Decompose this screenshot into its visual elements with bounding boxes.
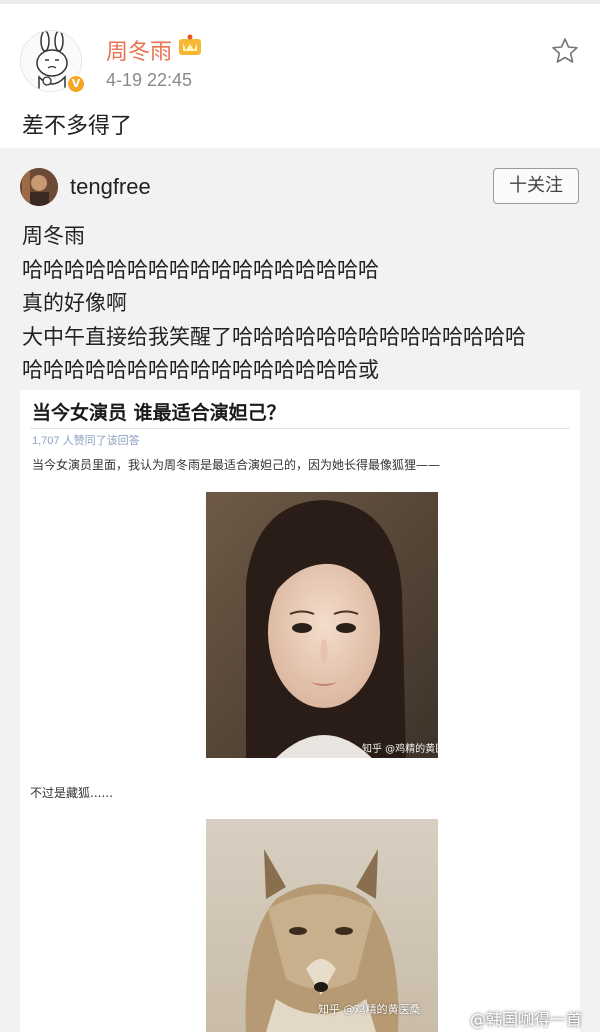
crown-badge-icon — [178, 34, 202, 56]
repost-text-line: 周冬雨 — [22, 224, 85, 248]
repost-text-line: 哈哈哈哈哈哈哈哈哈哈哈哈哈哈哈哈或 — [22, 358, 379, 382]
divider — [30, 428, 570, 429]
embedded-screenshot[interactable]: 当今女演员 谁最适合演妲己？ 1,707 人赞同了该回答 当今女演员里面，我认为… — [20, 390, 580, 1032]
question-title: 当今女演员 谁最适合演妲己？ — [32, 402, 286, 424]
repost-text: 周冬雨 哈哈哈哈哈哈哈哈哈哈哈哈哈哈哈哈哈 真的好像啊 大中午直接给我笑醒了哈哈… — [22, 220, 592, 388]
post-timestamp: 4-19 22:45 — [106, 70, 193, 90]
note-text: 不过是藏狐...... — [30, 786, 113, 800]
post-header: V 周冬雨 4-19 22:45 — [0, 4, 600, 100]
photo-watermark: 知乎 @鸡精的黄医桑 — [318, 1003, 421, 1016]
repost-author-name[interactable]: tengfree — [70, 174, 151, 200]
corner-watermark: @韩国咖得一首 — [470, 1010, 583, 1029]
fox-photo: 知乎 @鸡精的黄医桑 — [206, 819, 438, 1032]
repost-card[interactable]: tengfree 十关注 周冬雨 哈哈哈哈哈哈哈哈哈哈哈哈哈哈哈哈哈 真的好像啊… — [0, 148, 600, 1032]
verified-v-icon: V — [66, 74, 86, 94]
photo-watermark: 知乎 @鸡精的黄医桑 — [362, 744, 438, 755]
answer-text: 当今女演员里面，我认为周冬雨是最适合演妲己的，因为她长得最像狐狸—— — [32, 458, 441, 472]
repost-author-avatar[interactable] — [20, 168, 58, 206]
actress-photo: 知乎 @鸡精的黄医桑 — [206, 492, 438, 758]
repost-text-line: 哈哈哈哈哈哈哈哈哈哈哈哈哈哈哈哈哈 — [22, 257, 379, 282]
favorite-star-icon[interactable] — [550, 36, 580, 66]
repost-text-line: 真的好像啊 — [22, 291, 127, 315]
likes-count: 1,707 人赞同了该回答 — [32, 435, 140, 447]
post-author-name[interactable]: 周冬雨 — [106, 34, 172, 66]
follow-button[interactable]: 十关注 — [493, 168, 579, 204]
post-text: 差不多得了 — [22, 114, 133, 139]
repost-text-line: 大中午直接给我笑醒了哈哈哈哈哈哈哈哈哈哈哈哈哈哈 — [22, 324, 526, 349]
